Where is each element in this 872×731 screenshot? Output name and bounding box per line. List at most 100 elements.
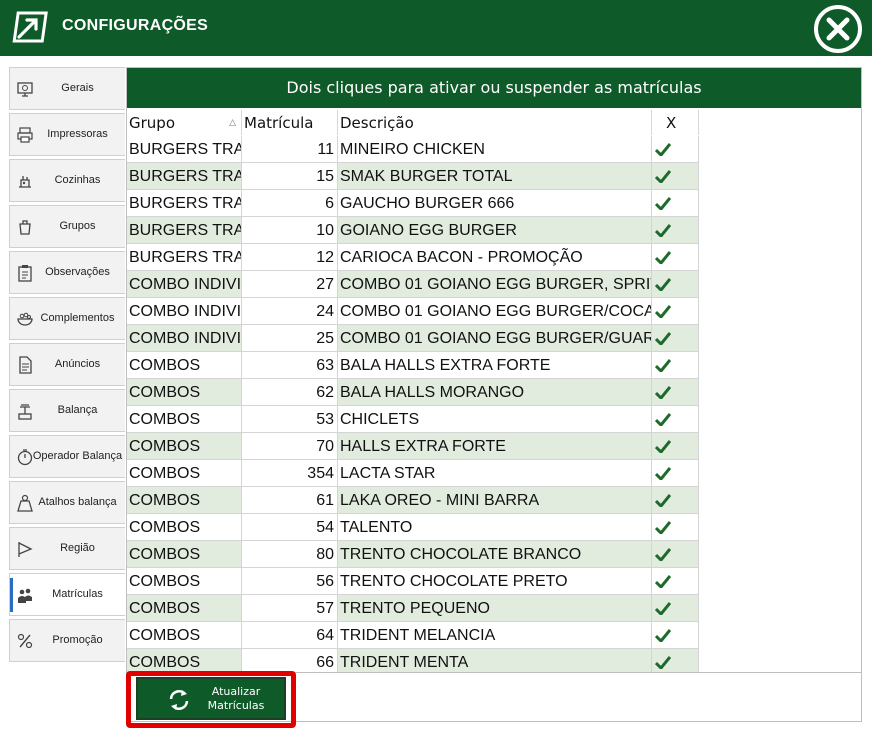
cell-status[interactable]: [652, 379, 699, 406]
column-header-descricao[interactable]: Descrição: [338, 110, 652, 135]
table-row[interactable]: COMBOS 70 HALLS EXTRA FORTE: [127, 433, 699, 460]
sidebar-item-atalhos-balanca[interactable]: Atalhos balança: [9, 481, 125, 524]
table-row[interactable]: COMBOS 64 TRIDENT MELANCIA: [127, 622, 699, 649]
sidebar-item-label: Cozinhas: [54, 174, 101, 186]
cell-status[interactable]: [652, 649, 699, 672]
cell-matricula: 61: [242, 487, 338, 514]
table-row[interactable]: COMBOS 57 TRENTO PEQUENO: [127, 595, 699, 622]
cell-status[interactable]: [652, 244, 699, 271]
table-row[interactable]: BURGERS TRADICIONAIS12CARIOCA BACON - PR…: [127, 244, 699, 271]
cell-status[interactable]: [652, 433, 699, 460]
cell-matricula: 62: [242, 379, 338, 406]
cell-matricula: 6: [242, 190, 338, 217]
cell-status[interactable]: [652, 406, 699, 433]
cell-status[interactable]: [652, 163, 699, 190]
checkmark-icon: [655, 413, 671, 426]
cell-status[interactable]: [652, 352, 699, 379]
cell-status[interactable]: [652, 541, 699, 568]
cell-matricula: 66: [242, 649, 338, 672]
close-icon[interactable]: [812, 3, 864, 55]
cell-matricula: 354: [242, 460, 338, 487]
cell-descricao: COMBO 01 GOIANO EGG BURGER/COCA: [338, 298, 652, 325]
table-row[interactable]: COMBOS 63 BALA HALLS EXTRA FORTE: [127, 352, 699, 379]
cell-grupo: BURGERS TRADICIONAIS: [127, 244, 242, 271]
cell-status[interactable]: [652, 568, 699, 595]
cell-grupo: COMBO INDIVIDUAL: [127, 298, 242, 325]
table-row[interactable]: COMBOS 80 TRENTO CHOCOLATE BRANCO: [127, 541, 699, 568]
sidebar-item-complementos[interactable]: Complementos: [9, 297, 125, 340]
cell-grupo: COMBOS: [127, 622, 242, 649]
matriculas-table[interactable]: Grupo △ Matrícula Descrição X BURGERS TR…: [127, 110, 861, 672]
cell-descricao: HALLS EXTRA FORTE: [338, 433, 652, 460]
table-row[interactable]: BURGERS TRADICIONAIS6GAUCHO BURGER 666: [127, 190, 699, 217]
cell-status[interactable]: [652, 136, 699, 163]
cell-status[interactable]: [652, 271, 699, 298]
checkmark-icon: [655, 629, 671, 642]
cell-status[interactable]: [652, 190, 699, 217]
cell-grupo: COMBOS: [127, 514, 242, 541]
cell-status[interactable]: [652, 487, 699, 514]
table-row[interactable]: COMBOS 53 CHICLETS: [127, 406, 699, 433]
column-header-matricula[interactable]: Matrícula: [242, 110, 338, 135]
table-row[interactable]: COMBO INDIVIDUAL27COMBO 01 GOIANO EGG BU…: [127, 271, 699, 298]
checkmark-icon: [655, 278, 671, 291]
sidebar-item-cozinhas[interactable]: Cozinhas: [9, 159, 125, 202]
table-row[interactable]: COMBOS 61 LAKA OREO - MINI BARRA: [127, 487, 699, 514]
cell-descricao: TRIDENT MENTA: [338, 649, 652, 672]
column-header-x[interactable]: X: [652, 110, 699, 135]
cell-grupo: BURGERS TRADICIONAIS: [127, 163, 242, 190]
cell-status[interactable]: [652, 595, 699, 622]
table-row[interactable]: COMBOS 54 TALENTO: [127, 514, 699, 541]
sidebar-item-promocao[interactable]: Promoção: [9, 619, 125, 662]
checkmark-icon: [655, 224, 671, 237]
cell-status[interactable]: [652, 622, 699, 649]
cell-descricao: TRENTO PEQUENO: [338, 595, 652, 622]
cell-status[interactable]: [652, 514, 699, 541]
column-header-grupo[interactable]: Grupo △: [127, 110, 242, 135]
table-row[interactable]: COMBO INDIVIDUAL24COMBO 01 GOIANO EGG BU…: [127, 298, 699, 325]
table-row[interactable]: COMBOS 56 TRENTO CHOCOLATE PRETO: [127, 568, 699, 595]
sidebar-item-observacoes[interactable]: Observações: [9, 251, 125, 294]
cell-matricula: 70: [242, 433, 338, 460]
table-row[interactable]: COMBOS 354 LACTA STAR: [127, 460, 699, 487]
sidebar-item-grupos[interactable]: Grupos: [9, 205, 125, 248]
sidebar-item-anuncios[interactable]: Anúncios: [9, 343, 125, 386]
cell-descricao: COMBO 01 GOIANO EGG BURGER/GUARANÁ: [338, 325, 652, 352]
cell-status[interactable]: [652, 298, 699, 325]
table-row[interactable]: COMBOS 66 TRIDENT MENTA: [127, 649, 699, 672]
table-row[interactable]: COMBOS 62 BALA HALLS MORANGO: [127, 379, 699, 406]
cell-matricula: 63: [242, 352, 338, 379]
column-header-grupo-label: Grupo: [129, 114, 175, 132]
checkmark-icon: [655, 440, 671, 453]
cell-status[interactable]: [652, 460, 699, 487]
cell-grupo: COMBOS: [127, 541, 242, 568]
cell-descricao: TRIDENT MELANCIA: [338, 622, 652, 649]
sidebar-item-label: Operador Balança: [32, 450, 123, 462]
table-row[interactable]: COMBO INDIVIDUAL25COMBO 01 GOIANO EGG BU…: [127, 325, 699, 352]
refresh-icon: [169, 690, 189, 710]
checkmark-icon: [655, 494, 671, 507]
refresh-button-label: Atualizar Matrículas: [207, 685, 265, 712]
sidebar-item-operador-balanca[interactable]: Operador Balança: [9, 435, 125, 478]
sidebar-item-impressoras[interactable]: Impressoras: [9, 113, 125, 156]
window-title: CONFIGURAÇÕES: [62, 17, 209, 34]
cell-status[interactable]: [652, 325, 699, 352]
cell-matricula: 10: [242, 217, 338, 244]
checkmark-icon: [655, 575, 671, 588]
cell-descricao: SMAK BURGER TOTAL: [338, 163, 652, 190]
table-row[interactable]: BURGERS TRADICIONAIS11MINEIRO CHICKEN: [127, 136, 699, 163]
cell-grupo: COMBOS: [127, 352, 242, 379]
sidebar-item-label: Impressoras: [47, 128, 108, 140]
sidebar-item-balanca[interactable]: Balança: [9, 389, 125, 432]
sidebar-item-label: Complementos: [40, 312, 115, 324]
cell-status[interactable]: [652, 217, 699, 244]
sidebar-item-matriculas[interactable]: Matrículas: [9, 573, 125, 616]
cell-grupo: COMBOS: [127, 433, 242, 460]
checkmark-icon: [655, 602, 671, 615]
cell-descricao: GAUCHO BURGER 666: [338, 190, 652, 217]
table-row[interactable]: BURGERS TRADICIONAIS15SMAK BURGER TOTAL: [127, 163, 699, 190]
sidebar-item-regiao[interactable]: Região: [9, 527, 125, 570]
sidebar-item-gerais[interactable]: Gerais: [9, 67, 125, 110]
refresh-matriculas-button[interactable]: Atualizar Matrículas: [136, 677, 286, 720]
table-row[interactable]: BURGERS TRADICIONAIS10GOIANO EGG BURGER: [127, 217, 699, 244]
